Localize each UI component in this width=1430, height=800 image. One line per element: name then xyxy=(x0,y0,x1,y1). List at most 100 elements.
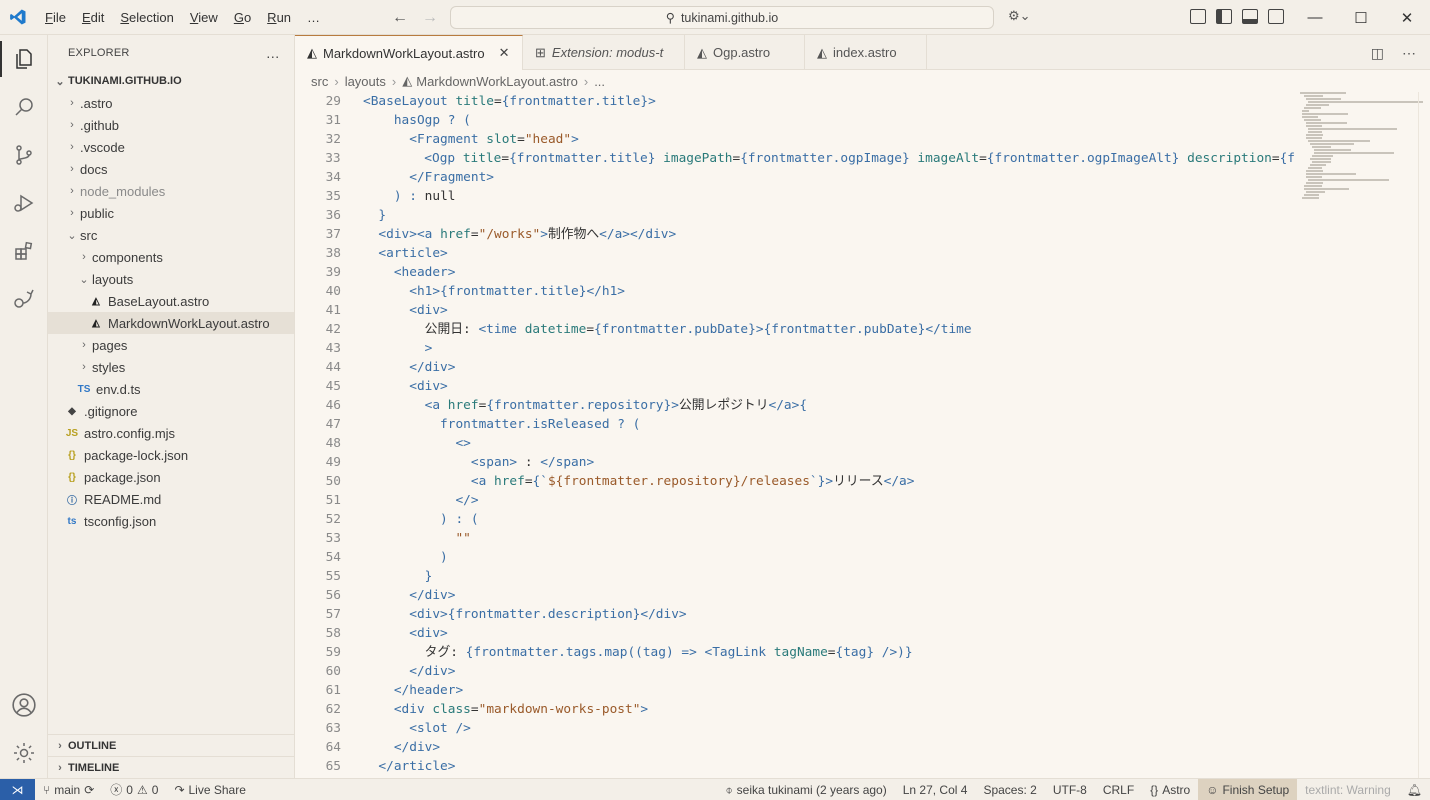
git-blame-status[interactable]: ⌽ seika tukinami (2 years ago) xyxy=(717,783,894,798)
line-number: 46 xyxy=(325,398,341,413)
textlint-status[interactable]: textlint: Warning xyxy=(1297,783,1399,797)
cursor-position[interactable]: Ln 27, Col 4 xyxy=(895,783,976,797)
chevron-right-icon: › xyxy=(82,361,86,373)
file-item[interactable]: ◆ .gitignore xyxy=(48,400,294,422)
file-item[interactable]: ◭ BaseLayout.astro xyxy=(48,290,294,312)
breadcrumb-item[interactable]: ... xyxy=(594,74,605,89)
minimap-line xyxy=(1302,116,1319,118)
notifications-bell-icon[interactable]: 🔔︎ xyxy=(1399,783,1430,797)
explorer-sidebar: EXPLORER … ⌄ TUKINAMI.GITHUB.IO › .astro ›… xyxy=(48,35,295,778)
file-item[interactable]: ◭ MarkdownWorkLayout.astro xyxy=(48,312,294,334)
more-actions-icon[interactable]: ⋯ xyxy=(1402,45,1416,62)
tree-item-label: .github xyxy=(80,117,120,133)
tab-extension-modus-t[interactable]: ⊞ Extension: modus-t xyxy=(523,35,685,70)
minimap[interactable] xyxy=(1300,92,1423,232)
code-text: } xyxy=(341,206,386,225)
accounts-icon[interactable] xyxy=(0,681,48,729)
folder-item[interactable]: › .astro xyxy=(48,92,294,114)
code-token: = xyxy=(827,645,836,660)
folder-item[interactable]: › pages xyxy=(48,334,294,356)
file-item[interactable]: TS env.d.ts xyxy=(48,378,294,400)
eol-status[interactable]: CRLF xyxy=(1095,783,1142,797)
menu-more[interactable]: … xyxy=(299,0,328,35)
breadcrumb-item[interactable]: src xyxy=(311,74,328,89)
menu-edit[interactable]: Edit xyxy=(74,0,112,35)
settings-gear-icon[interactable] xyxy=(0,729,48,777)
back-arrow-icon[interactable]: ← xyxy=(390,9,410,27)
outline-section[interactable]: › OUTLINE xyxy=(48,734,295,756)
menu-file[interactable]: File xyxy=(37,0,74,35)
live-share-status[interactable]: ↷ Live Share xyxy=(166,783,253,797)
breadcrumb-item[interactable]: layouts xyxy=(345,74,386,89)
file-item[interactable]: {} package-lock.json xyxy=(48,444,294,466)
line-number: 45 xyxy=(325,379,341,394)
split-editor-icon[interactable]: ◫ xyxy=(1371,45,1384,62)
indentation-status[interactable]: Spaces: 2 xyxy=(975,783,1044,797)
run-debug-icon[interactable] xyxy=(0,179,48,227)
file-item[interactable]: {} package.json xyxy=(48,466,294,488)
menu-view[interactable]: View xyxy=(182,0,226,35)
search-activity-icon[interactable] xyxy=(0,83,48,131)
file-item[interactable]: ts tsconfig.json xyxy=(48,510,294,532)
menu-go[interactable]: Go xyxy=(226,0,259,35)
minimap-line xyxy=(1306,191,1326,193)
commit-icon: ⌽ xyxy=(725,782,733,797)
toggle-panel-icon[interactable] xyxy=(1242,9,1258,24)
minimap-line xyxy=(1310,158,1331,160)
file-item[interactable]: JS astro.config.mjs xyxy=(48,422,294,444)
tab-index-astro[interactable]: ◭ index.astro xyxy=(805,35,927,70)
menu-selection[interactable]: Selection xyxy=(112,0,181,35)
folder-item[interactable]: ⌄ src xyxy=(48,224,294,246)
customize-layout-icon[interactable] xyxy=(1190,9,1206,24)
folder-item[interactable]: › .vscode xyxy=(48,136,294,158)
language-mode[interactable]: {} Astro xyxy=(1142,783,1198,797)
file-item[interactable]: ⓘ README.md xyxy=(48,488,294,510)
folder-item[interactable]: ⌄ layouts xyxy=(48,268,294,290)
explorer-icon[interactable] xyxy=(0,35,48,83)
line-number: 49 xyxy=(325,455,341,470)
maximize-icon[interactable]: ☐ xyxy=(1338,0,1384,35)
menu-run[interactable]: Run xyxy=(259,0,299,35)
close-window-icon[interactable]: ✕ xyxy=(1384,0,1430,35)
breadcrumb-item[interactable]: MarkdownWorkLayout.astro xyxy=(416,74,578,89)
toggle-primary-sidebar-icon[interactable] xyxy=(1216,9,1232,24)
minimize-icon[interactable]: — xyxy=(1292,0,1338,35)
editor-scrollbar[interactable] xyxy=(1418,92,1430,778)
problems-status[interactable]: ⓧ 0 ⚠ 0 xyxy=(102,781,166,798)
workspace-root[interactable]: ⌄ TUKINAMI.GITHUB.IO xyxy=(48,70,294,92)
minimap-line xyxy=(1312,146,1332,148)
code-line: 59 タグ: {frontmatter.tags.map((tag) => <T… xyxy=(295,643,1295,662)
timeline-section[interactable]: › TIMELINE xyxy=(48,756,295,778)
remote-indicator-icon[interactable]: ⋊ xyxy=(0,778,35,800)
more-actions-icon[interactable]: … xyxy=(266,45,280,61)
code-token: <Ogp xyxy=(424,151,463,166)
remote-explorer-icon[interactable] xyxy=(0,275,48,323)
folder-item[interactable]: › components xyxy=(48,246,294,268)
folder-item[interactable]: › docs xyxy=(48,158,294,180)
encoding-status[interactable]: UTF-8 xyxy=(1045,783,1095,797)
finish-setup-button[interactable]: ☺ Finish Setup xyxy=(1198,779,1298,800)
forward-arrow-icon[interactable]: → xyxy=(420,9,440,27)
copilot-icon[interactable]: ⚙︎⌄ xyxy=(1008,8,1031,24)
live-share-label: Live Share xyxy=(188,782,246,797)
code-token: {frontmatter.pubDate} xyxy=(594,322,756,337)
copilot-status-icon: ☺ xyxy=(1206,783,1219,797)
folder-item[interactable]: › node_modules xyxy=(48,180,294,202)
tab-ogp-astro[interactable]: ◭ Ogp.astro xyxy=(685,35,805,70)
command-center-search[interactable]: ⚲ tukinami.github.io xyxy=(450,6,994,29)
tab-markdownworklayout-astro[interactable]: ◭ MarkdownWorkLayout.astro ✕ xyxy=(295,35,523,70)
source-control-icon[interactable] xyxy=(0,131,48,179)
branch-status[interactable]: ⑂ main ⟳ xyxy=(35,783,102,797)
folder-item[interactable]: › styles xyxy=(48,356,294,378)
folder-item[interactable]: › .github xyxy=(48,114,294,136)
code-token: <> xyxy=(455,436,471,451)
folder-item[interactable]: › public xyxy=(48,202,294,224)
astro-icon: ◭ xyxy=(697,44,707,60)
code-editor[interactable]: 29 <BaseLayout title={frontmatter.title}>… xyxy=(295,92,1295,778)
toggle-secondary-sidebar-icon[interactable] xyxy=(1268,9,1284,24)
close-tab-icon[interactable]: ✕ xyxy=(499,45,510,61)
line-number: 65 xyxy=(325,759,341,774)
extensions-icon[interactable] xyxy=(0,227,48,275)
